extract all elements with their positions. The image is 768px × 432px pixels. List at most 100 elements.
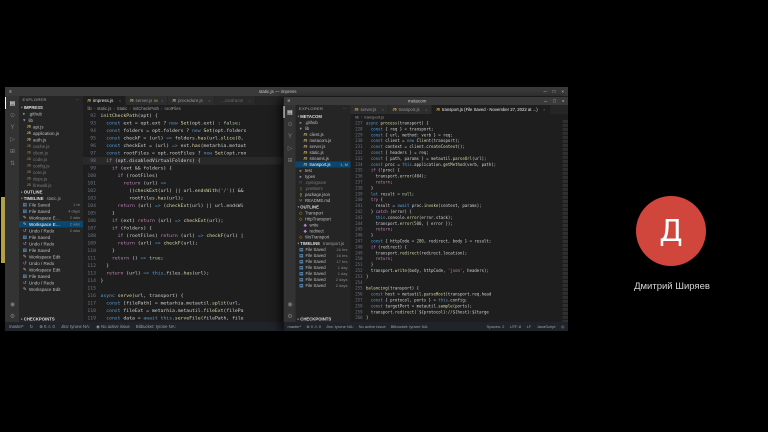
- editor-tab[interactable]: ...contracts: [215, 96, 255, 105]
- activity-icon[interactable]: ◉: [5, 298, 19, 310]
- breadcrumb-item[interactable]: initCheckPath: [127, 106, 159, 111]
- breadcrumb-item[interactable]: rootFiles: [159, 106, 181, 111]
- outline-item[interactable]: ◆ write: [296, 222, 351, 228]
- sidebar-header: EXPLORER ⋯: [296, 105, 351, 113]
- editor-tab[interactable]: JS transport.js: [389, 105, 432, 114]
- timeline-item[interactable]: ▤ File Saved 2 days: [296, 277, 351, 283]
- activity-icon[interactable]: ⊞: [284, 154, 296, 166]
- editor-tab[interactable]: JS impress.js: [83, 96, 126, 105]
- timeline-file-label: transport.js: [323, 241, 344, 246]
- activity-icon[interactable]: ⚙: [284, 310, 296, 322]
- file-icon: JS: [303, 157, 309, 161]
- activity-icon[interactable]: ▤: [284, 106, 296, 118]
- editor-tab[interactable]: JS procedure.js: [168, 96, 215, 105]
- more-actions-icon[interactable]: ⋯: [343, 105, 347, 113]
- file-tree: ▸ .github ▾ lib JS client.js: [296, 120, 351, 204]
- activity-icon[interactable]: ⊞: [5, 145, 19, 157]
- timeline-item[interactable]: ▤ File Saved 2 days: [296, 283, 351, 289]
- window-control-button[interactable]: □: [553, 99, 556, 104]
- editor-tab[interactable]: JS server.js: [351, 105, 389, 114]
- timeline-item-icon: ▤: [22, 235, 28, 241]
- status-item[interactable]: LF: [527, 324, 532, 329]
- screen-share: ≡ static.js — impress ─□× ▤⊙Y▷⊞⇅◉⚙ EXPLO…: [5, 87, 568, 331]
- status-item[interactable]: Jira: tyrone NA:: [326, 324, 354, 329]
- file-icon: M: [298, 199, 304, 203]
- symbol-icon: ◇: [298, 216, 304, 222]
- menu-icon[interactable]: ≡: [288, 98, 291, 104]
- file-icon: {}: [298, 193, 304, 197]
- window-titlebar: ≡ metacom ─□×: [284, 97, 569, 105]
- menu-icon[interactable]: ≡: [9, 89, 12, 95]
- timeline-item[interactable]: ▤ File Saved 17 hrs: [296, 259, 351, 265]
- timeline-item-icon: ↺: [22, 280, 28, 286]
- window-title: static.js — impress: [17, 89, 539, 94]
- status-item[interactable]: ◉ No active issue: [96, 324, 130, 330]
- activity-icon[interactable]: Y: [284, 130, 296, 142]
- activity-icon[interactable]: ⊙: [5, 109, 19, 121]
- file-item[interactable]: JS firewall.js: [19, 182, 83, 189]
- status-item[interactable]: master*: [288, 324, 302, 329]
- file-item[interactable]: {} .prettierrc: [296, 186, 351, 192]
- line-number: 105: [83, 210, 101, 218]
- line-number: 92: [83, 112, 101, 120]
- timeline-item[interactable]: ▤ File Saved 16 hrs: [296, 247, 351, 253]
- file-icon: ▾: [298, 126, 304, 132]
- status-item[interactable]: Bitbucket: tyrone NA:: [391, 324, 429, 329]
- activity-icon[interactable]: ▤: [5, 97, 19, 109]
- timeline-item[interactable]: ✎ Workspace Edit: [19, 286, 83, 293]
- activity-icon[interactable]: ▷: [5, 133, 19, 145]
- window-control-button[interactable]: ×: [561, 89, 564, 94]
- timeline-item[interactable]: ▤ File Saved 16 hrs: [296, 253, 351, 259]
- window-control-button[interactable]: ×: [562, 99, 565, 104]
- activity-icon[interactable]: ◉: [284, 298, 296, 310]
- window-titlebar: ≡ static.js — impress ─ □ ×: [5, 87, 568, 96]
- breadcrumb-item[interactable]: static.js: [92, 106, 112, 111]
- editor-tab[interactable]: JS server.js M: [126, 96, 168, 105]
- symbol-icon: ◆: [303, 228, 309, 234]
- status-item[interactable]: JavaScript: [537, 324, 556, 329]
- status-item[interactable]: Jira: tyrone NA:: [61, 324, 90, 329]
- status-item[interactable]: Bitbucket: tyrone NA:: [136, 324, 176, 329]
- breadcrumb-item[interactable]: transport.js: [359, 115, 384, 120]
- status-item[interactable]: ⊗ 0 ⚠ 0: [39, 324, 55, 330]
- status-item[interactable]: master*: [9, 324, 24, 329]
- status-item[interactable]: ↻: [30, 324, 34, 330]
- line-number: 102: [83, 187, 101, 195]
- status-item[interactable]: ⊗ 0 ⚠ 0: [306, 324, 321, 329]
- timeline-item-icon: ✎: [22, 254, 28, 260]
- file-icon: JS: [26, 151, 32, 155]
- timeline-item[interactable]: ▤ File Saved 1 day: [296, 271, 351, 277]
- file-icon: JS: [26, 184, 32, 188]
- code-line: 260 }: [351, 315, 569, 321]
- window-control-button[interactable]: ─: [544, 99, 547, 104]
- line-number: 106: [83, 217, 101, 225]
- file-item[interactable]: ▾ lib: [19, 117, 83, 124]
- activity-icon[interactable]: ⊙: [284, 118, 296, 130]
- code-editor[interactable]: 227 async process(transport) { 228 const…: [351, 121, 569, 323]
- file-item[interactable]: ▸ .github: [19, 111, 83, 118]
- breadcrumb-item[interactable]: Static: [111, 106, 127, 111]
- more-actions-icon[interactable]: ⋯: [75, 96, 79, 104]
- editor-tab[interactable]: JS transport.js (File Saved - November 2…: [432, 105, 550, 114]
- status-item[interactable]: Spaces: 2: [487, 324, 505, 329]
- timeline-file-label: static.js: [47, 196, 61, 201]
- file-icon: ▾: [22, 118, 28, 124]
- tab-file-icon: JS: [130, 99, 134, 103]
- outline-item[interactable]: ◆ redirect: [296, 228, 351, 234]
- activity-icon[interactable]: ⚙: [5, 310, 19, 322]
- timeline-item-icon: ▤: [299, 283, 305, 289]
- activity-icon[interactable]: ⇅: [5, 157, 19, 169]
- timeline-item[interactable]: ▤ File Saved 1 day: [296, 265, 351, 271]
- window-control-button[interactable]: □: [553, 89, 556, 94]
- activity-icon[interactable]: Y: [5, 121, 19, 133]
- status-item[interactable]: UTF-8: [510, 324, 521, 329]
- line-number: 94: [83, 127, 101, 135]
- window-control-button[interactable]: ─: [543, 89, 546, 94]
- line-number: 117: [83, 300, 101, 308]
- activity-icon[interactable]: ▷: [284, 142, 296, 154]
- file-icon: JS: [26, 125, 32, 129]
- status-item[interactable]: No active issue: [359, 324, 386, 329]
- line-number: 114: [83, 277, 101, 285]
- status-item[interactable]: ◎: [561, 324, 564, 329]
- minimap[interactable]: [563, 121, 569, 323]
